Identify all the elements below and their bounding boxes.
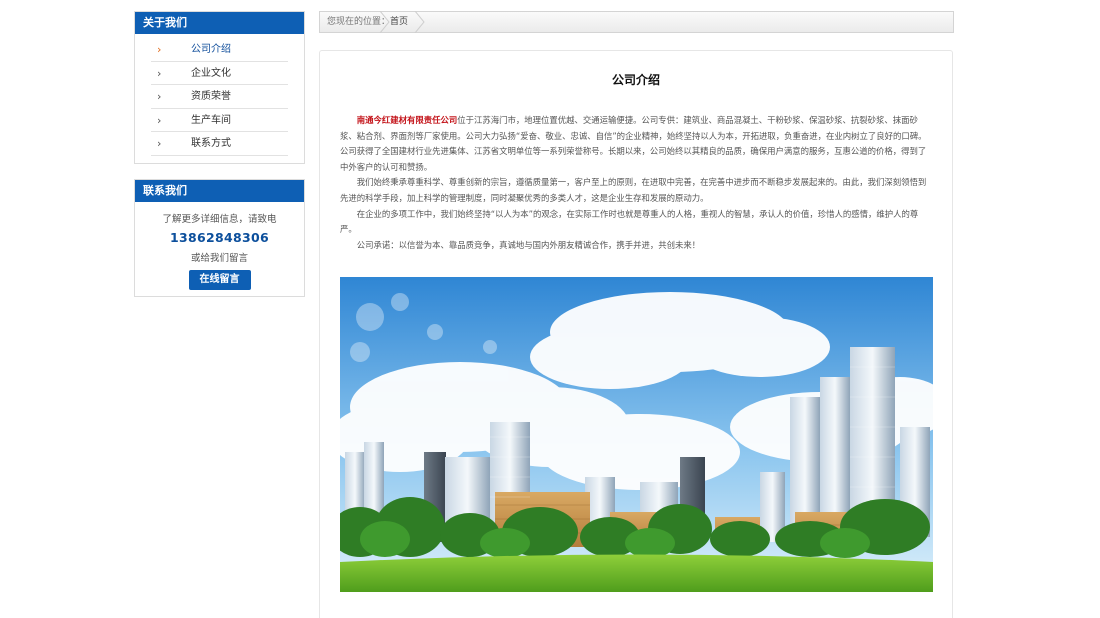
chevron-right-icon: ›	[157, 43, 162, 56]
sidebar-about-title: 关于我们	[135, 12, 304, 34]
breadcrumb-home-link[interactable]: 首页	[390, 12, 408, 32]
article-paragraph: 我们始终秉承尊重科学、尊重创新的宗旨，遵循质量第一，客户至上的原则，在进取中完善…	[340, 177, 927, 203]
article-body: 南通今红建材有限责任公司位于江苏海门市，地理位置优越、交通运输便捷。公司专供：建…	[340, 113, 932, 253]
company-name: 南通今红建材有限责任公司	[356, 115, 458, 125]
sidebar-contact-panel: 联系我们 了解更多详细信息，请致电 13862848306 或给我们留言 在线留…	[134, 179, 305, 297]
chevron-right-icon: ›	[157, 90, 162, 103]
contact-phone-number: 13862848306	[170, 230, 269, 245]
sidebar-item-contact[interactable]: › 联系方式	[151, 132, 288, 156]
breadcrumb: 您现在的位置： 首页	[319, 11, 954, 33]
chevron-right-icon: ›	[157, 137, 162, 150]
sidebar-item-honors[interactable]: › 资质荣誉	[151, 85, 288, 109]
main-content: 公司介绍 南通今红建材有限责任公司位于江苏海门市，地理位置优越、交通运输便捷。公…	[319, 50, 953, 618]
article-paragraph: 在企业的多项工作中，我们始终坚持“以人为本”的观念，在实际工作时也就是尊重人的人…	[340, 208, 919, 235]
sidebar-item-label: 资质荣誉	[191, 91, 231, 102]
chevron-right-icon: ›	[157, 66, 162, 80]
sidebar-nav: › 公司介绍 › 企业文化 › 资质荣誉 › 生产车间 › 联系方式	[135, 38, 304, 156]
chevron-right-icon: ›	[157, 113, 162, 127]
contact-intro-text: 了解更多详细信息，请致电	[162, 214, 277, 225]
sidebar-item-label: 生产车间	[191, 114, 231, 126]
sidebar-item-label: 联系方式	[191, 138, 231, 149]
article-paragraph: 公司承诺：以信誉为本、靠品质竞争，真诚地与国内外朋友精诚合作，携手并进，共创未来…	[356, 239, 701, 250]
sidebar-item-company-intro[interactable]: › 公司介绍	[151, 38, 288, 62]
online-message-button[interactable]: 在线留言	[188, 270, 251, 290]
city-skyline-illustration	[340, 277, 933, 592]
sidebar-item-culture[interactable]: › 企业文化	[151, 62, 288, 85]
article-paragraph: 南通今红建材有限责任公司位于江苏海门市，地理位置优越、交通运输便捷。公司专供：建…	[340, 113, 932, 175]
contact-alt-text: 或给我们留言	[190, 253, 248, 264]
sidebar-contact-title: 联系我们	[135, 180, 304, 202]
sidebar-item-label: 企业文化	[191, 67, 231, 79]
breadcrumb-chevron-icon	[414, 11, 425, 33]
sidebar-item-workshop[interactable]: › 生产车间	[151, 109, 288, 132]
sidebar-item-label: 公司介绍	[191, 44, 231, 55]
sidebar-about-panel: 关于我们 › 公司介绍 › 企业文化 › 资质荣誉 › 生产车间 › 联系方式	[134, 11, 305, 164]
page-title: 公司介绍	[611, 73, 660, 87]
